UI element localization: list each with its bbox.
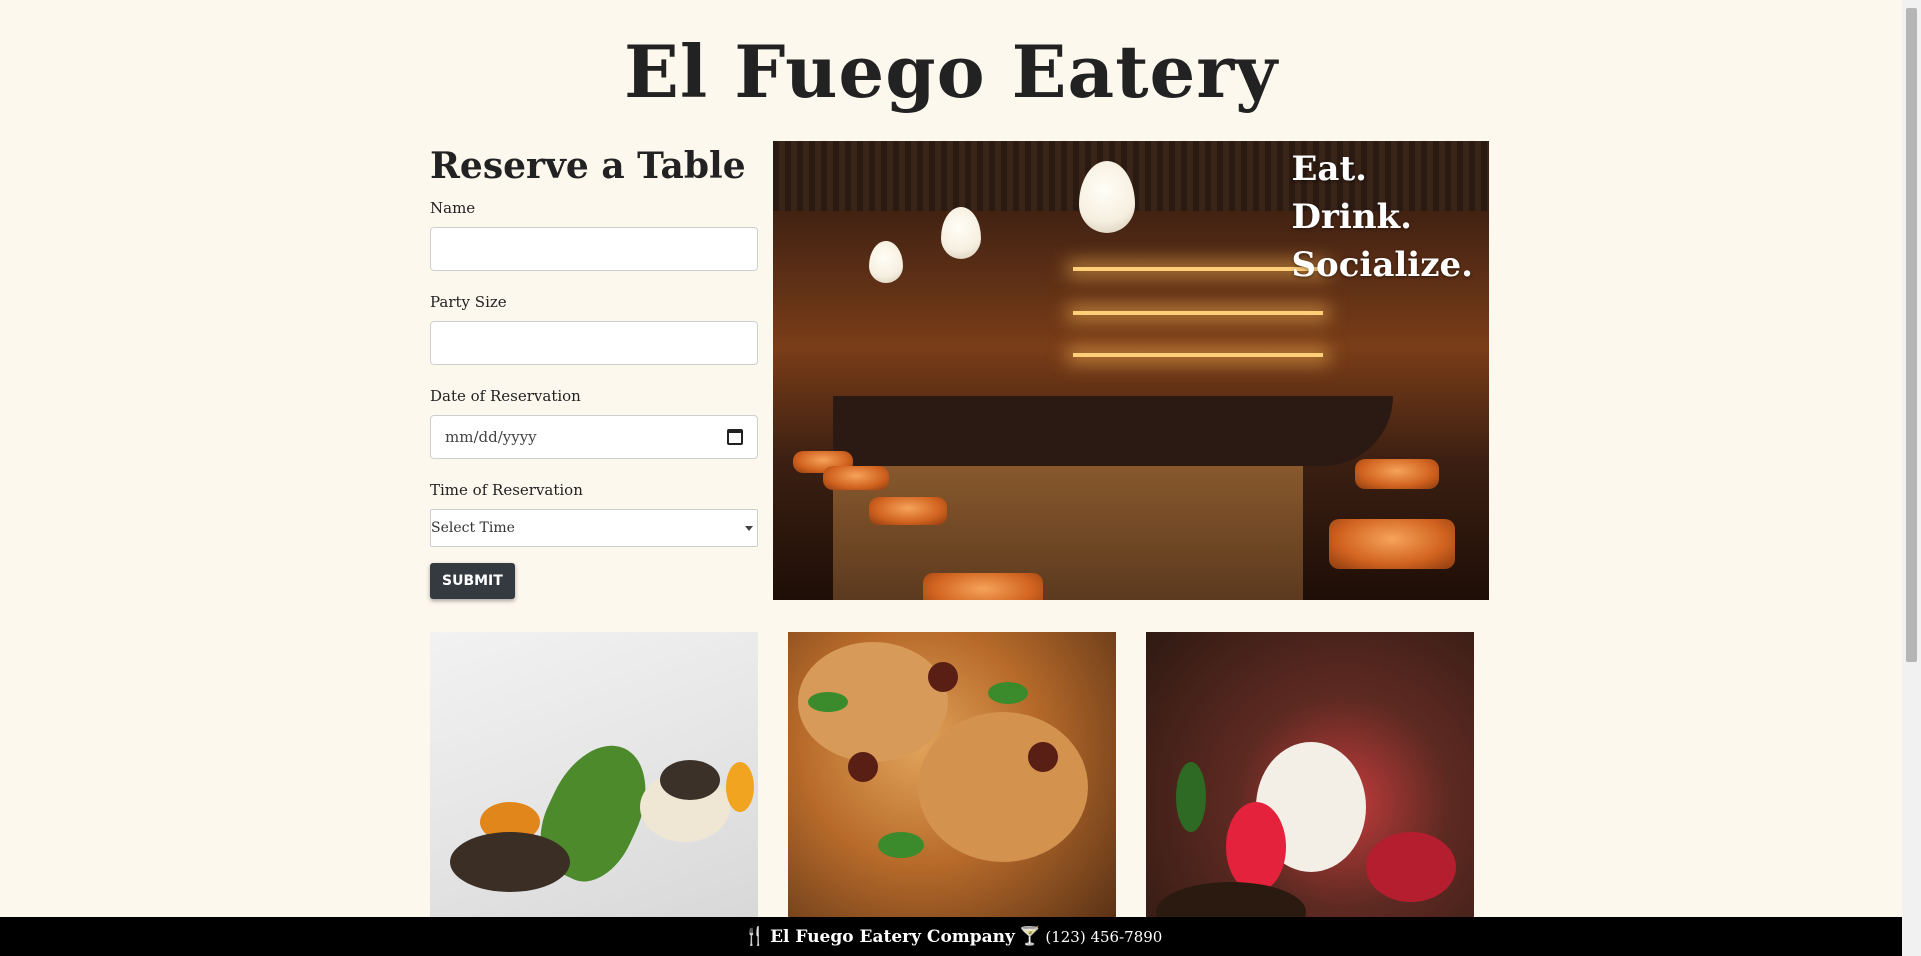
dish-garnish: [878, 832, 924, 858]
dish-garnish: [726, 762, 754, 812]
dish-garnish: [848, 752, 878, 782]
dish-garnish: [1156, 882, 1306, 917]
bar-stool: [823, 466, 889, 490]
party-size-field-group: Party Size: [430, 293, 758, 365]
utensils-icon: 🍴: [743, 926, 767, 947]
pendant-lamp: [869, 241, 903, 283]
hero-bar-image: Eat. Drink. Socialize.: [773, 141, 1489, 600]
dish-garnish: [928, 662, 958, 692]
appetizer-dish-photo: [430, 632, 758, 917]
name-input[interactable]: [430, 227, 758, 271]
bar-stool: [1355, 459, 1439, 489]
page: El Fuego Eatery Reserve a Table Name Par…: [0, 0, 1921, 956]
date-field-group: Date of Reservation mm/dd/yyyy: [430, 387, 758, 459]
dish-garnish: [1028, 742, 1058, 772]
time-select[interactable]: Select Time: [430, 509, 758, 547]
vertical-scrollbar[interactable]: [1902, 0, 1921, 956]
bar-counter: [833, 396, 1393, 466]
food-gallery: [430, 632, 1475, 917]
bar-shelf: [1073, 267, 1323, 271]
tagline-line-2: Drink.: [1291, 197, 1412, 237]
tagline-line-3: Socialize.: [1291, 245, 1474, 285]
cocktail-icon: 🍸: [1018, 926, 1042, 947]
party-size-label: Party Size: [430, 293, 507, 311]
bar-stool: [923, 573, 1043, 600]
dish-garnish: [450, 832, 570, 892]
date-label: Date of Reservation: [430, 387, 581, 405]
bar-shelf: [1073, 353, 1323, 357]
dish-garnish: [808, 692, 848, 712]
site-title: El Fuego Eatery: [623, 29, 1279, 114]
tagline-line-1: Eat.: [1291, 149, 1368, 189]
bar-front: [833, 459, 1303, 600]
scrollbar-thumb[interactable]: [1906, 8, 1917, 662]
chicken-dish-photo: [788, 632, 1116, 917]
hero-tagline: Eat. Drink. Socialize.: [1292, 145, 1474, 289]
dish-garnish: [988, 682, 1028, 704]
time-field-group: Time of Reservation Select Time: [430, 481, 758, 547]
party-size-input[interactable]: [430, 321, 758, 365]
dish-garnish: [1176, 762, 1206, 832]
form-heading: Reserve a Table: [430, 145, 746, 187]
chevron-down-icon: [745, 525, 753, 531]
date-input[interactable]: mm/dd/yyyy: [430, 415, 758, 459]
pendant-lamp: [941, 207, 981, 259]
dish-garnish: [1226, 802, 1286, 892]
time-label: Time of Reservation: [430, 481, 583, 499]
dish-garnish: [1366, 832, 1456, 902]
date-placeholder: mm/dd/yyyy: [445, 428, 537, 446]
site-footer: 🍴 El Fuego Eatery Company 🍸 (123) 456-78…: [0, 917, 1902, 956]
bar-stool: [869, 497, 947, 525]
footer-phone: (123) 456-7890: [1045, 927, 1163, 946]
name-field-group: Name: [430, 199, 758, 271]
name-label: Name: [430, 199, 476, 217]
bar-shelf: [1073, 311, 1323, 315]
submit-button[interactable]: SUBMIT: [430, 563, 515, 599]
dessert-dish-photo: [1146, 632, 1474, 917]
dish-garnish: [918, 712, 1088, 862]
calendar-icon[interactable]: [727, 429, 743, 445]
dish-garnish: [660, 760, 720, 800]
time-select-value: Select Time: [431, 520, 515, 536]
bar-stool: [1329, 519, 1455, 569]
reservation-form: Reserve a Table Name Party Size Date of …: [430, 141, 758, 599]
footer-company: El Fuego Eatery Company: [770, 926, 1015, 947]
